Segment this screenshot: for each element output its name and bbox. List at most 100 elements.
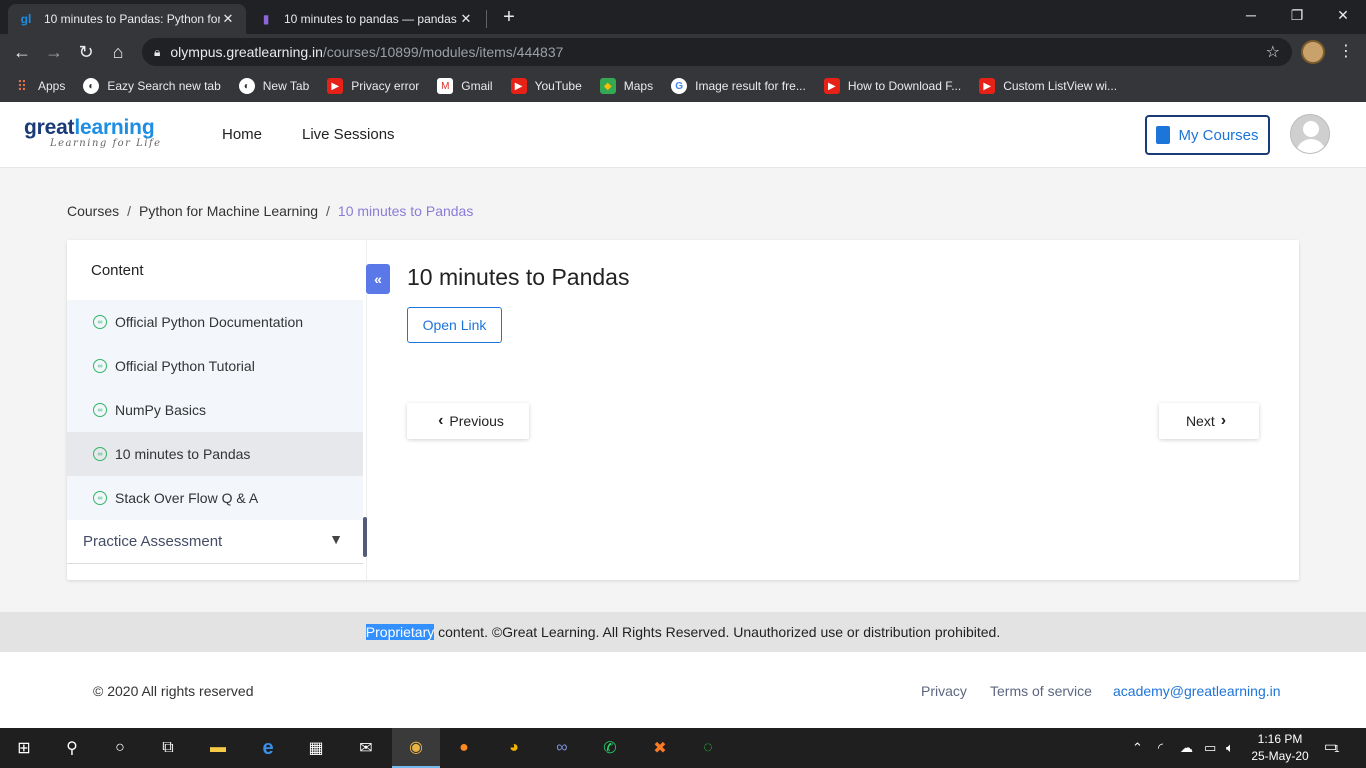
tray-chevron-up-icon[interactable]: ⌃	[1132, 728, 1143, 768]
sidebar-item-10-minutes-pandas[interactable]: ∞ 10 minutes to Pandas	[67, 432, 363, 476]
file-explorer-icon[interactable]: ▬	[194, 728, 242, 768]
battery-icon[interactable]: ▭	[1204, 728, 1216, 768]
next-button[interactable]: Next ›	[1159, 403, 1259, 439]
sidebar-heading: Content	[91, 262, 144, 279]
bookmark-eazy-search[interactable]: ◐ Eazy Search new tab	[83, 78, 221, 94]
sidebar-item-numpy-basics[interactable]: ∞ NumPy Basics	[67, 388, 363, 432]
open-link-button[interactable]: Open Link	[407, 307, 502, 343]
sidebar-item-python-documentation[interactable]: ∞ Official Python Documentation	[67, 300, 363, 344]
privacy-link[interactable]: Privacy	[921, 683, 967, 699]
collapse-sidebar-button[interactable]: «	[366, 264, 390, 294]
chrome-taskbar-icon[interactable]: ◉	[392, 728, 440, 768]
bookmark-apps[interactable]: ⠿ Apps	[14, 78, 66, 94]
sidebar-item-label: Official Python Tutorial	[115, 358, 255, 374]
store-icon[interactable]: ▦	[292, 728, 340, 768]
xampp-icon[interactable]: ✖	[636, 728, 684, 768]
nav-home[interactable]: Home	[222, 126, 262, 143]
task-view-icon[interactable]: ⧉	[144, 728, 192, 768]
module-card: Content ∞ Official Python Documentation …	[67, 240, 1299, 580]
volume-icon[interactable]: 🔈︎	[1226, 728, 1234, 768]
mail-icon[interactable]: ✉	[342, 728, 390, 768]
cortana-icon[interactable]: ○	[96, 728, 144, 768]
terms-link[interactable]: Terms of service	[990, 683, 1092, 699]
gmail-icon: M	[437, 78, 454, 94]
restore-icon[interactable]: ❐	[1274, 0, 1320, 30]
vpn-shield-icon[interactable]: ◕	[490, 728, 538, 768]
proprietary-notice: Proprietary content. ©Great Learning. Al…	[0, 612, 1366, 652]
browser-tab-active[interactable]: gl 10 minutes to Pandas: Python for ✕	[8, 4, 246, 34]
whatsapp-icon[interactable]: ✆	[586, 728, 634, 768]
infinity-app-icon[interactable]: ∞	[538, 728, 586, 768]
profile-avatar-icon[interactable]	[1301, 40, 1325, 64]
link-item-icon: ∞	[93, 315, 107, 329]
firefox-icon[interactable]: ●	[440, 728, 488, 768]
url-path: /courses/10899/modules/items/444837	[322, 44, 564, 60]
bookmark-star-icon[interactable]: ☆	[1266, 42, 1280, 62]
bookmark-label: Maps	[623, 79, 654, 93]
lock-icon: 🔒︎	[154, 44, 161, 59]
google-icon: G	[671, 78, 688, 94]
minimize-icon[interactable]: ─	[1228, 0, 1274, 30]
sidebar-item-label: Stack Over Flow Q & A	[115, 490, 259, 506]
browser-tab-inactive[interactable]: ▮ 10 minutes to pandas — pandas ✕	[248, 4, 484, 34]
bookmark-label: New Tab	[262, 79, 310, 93]
breadcrumb-courses[interactable]: Courses	[67, 203, 119, 219]
edge-icon[interactable]: e	[244, 728, 292, 768]
globe-icon: ◐	[238, 78, 255, 94]
greatlearning-logo[interactable]: greatlearning Learning for Life	[24, 116, 162, 149]
practice-assessment-section[interactable]: Practice Assessment ▼	[67, 520, 363, 564]
bookmark-label: Custom ListView wi...	[1003, 79, 1118, 93]
windows-start-icon[interactable]: ⊞	[0, 728, 48, 768]
browser-tab-bar: gl 10 minutes to Pandas: Python for ✕ ▮ …	[0, 0, 1366, 34]
user-avatar-icon[interactable]	[1290, 114, 1330, 154]
bookmark-label: How to Download F...	[847, 79, 962, 93]
search-icon[interactable]: ⚲	[48, 728, 96, 768]
browser-menu-icon[interactable]: ⋮	[1338, 42, 1354, 62]
sidebar-item-python-tutorial[interactable]: ∞ Official Python Tutorial	[67, 344, 363, 388]
my-courses-button[interactable]: My Courses	[1145, 115, 1270, 155]
next-label: Next	[1185, 413, 1215, 429]
nav-live-sessions[interactable]: Live Sessions	[302, 126, 395, 143]
pandas-favicon-icon: ▮	[262, 12, 270, 26]
sidebar-item-stack-overflow[interactable]: ∞ Stack Over Flow Q & A	[67, 476, 363, 520]
section-label: Practice Assessment	[83, 533, 223, 550]
close-tab-icon[interactable]: ✕	[458, 11, 474, 27]
taskbar-clock[interactable]: 1:16 PM 25-May-20	[1244, 731, 1316, 765]
email-link[interactable]: academy@greatlearning.in	[1113, 683, 1281, 699]
notification-center-icon[interactable]: ▭ 1	[1324, 738, 1344, 758]
youtube-icon: ▶	[979, 78, 996, 94]
bookmark-youtube[interactable]: ▶ YouTube	[510, 78, 582, 94]
bookmark-label: YouTube	[534, 79, 582, 93]
wifi-icon[interactable]: ◜	[1158, 728, 1163, 768]
onedrive-cloud-icon[interactable]: ☁	[1180, 728, 1193, 768]
url-input[interactable]: 🔒︎ olympus.greatlearning.in /courses/108…	[142, 38, 1292, 66]
previous-button[interactable]: ‹ Previous	[407, 403, 529, 439]
sidebar-scrollbar[interactable]	[363, 517, 367, 557]
loading-ring-icon[interactable]: ◌	[684, 728, 732, 768]
breadcrumb-python-ml[interactable]: Python for Machine Learning	[139, 203, 318, 219]
bookmark-maps[interactable]: ◆ Maps	[599, 78, 654, 94]
close-window-icon[interactable]: ✕	[1320, 0, 1366, 30]
link-item-icon: ∞	[93, 447, 107, 461]
reload-icon[interactable]: ↻	[74, 40, 98, 64]
address-bar-row: ← → ↻ ⌂ 🔒︎ olympus.greatlearning.in /cou…	[0, 34, 1366, 70]
bookmark-privacy-error[interactable]: ▶ Privacy error	[327, 78, 419, 94]
close-tab-icon[interactable]: ✕	[220, 11, 236, 27]
tab-divider	[486, 10, 487, 28]
bookmark-custom-listview[interactable]: ▶ Custom ListView wi...	[979, 78, 1117, 94]
bookmark-how-to-download[interactable]: ▶ How to Download F...	[823, 78, 962, 94]
bookmark-label: Image result for fre...	[695, 79, 806, 93]
back-arrow-icon[interactable]: ←	[10, 40, 34, 64]
page-footer: © 2020 All rights reserved Privacy Terms…	[0, 652, 1366, 728]
home-icon[interactable]: ⌂	[106, 40, 130, 64]
logo-text-learning: learning	[74, 116, 155, 139]
bookmark-image-result[interactable]: G Image result for fre...	[671, 78, 806, 94]
bookmark-gmail[interactable]: M Gmail	[437, 78, 493, 94]
forward-arrow-icon[interactable]: →	[42, 40, 66, 64]
new-tab-plus-icon[interactable]: +	[498, 6, 520, 28]
logo-text-great: great	[24, 116, 75, 139]
windows-taskbar: ⊞ ⚲ ○ ⧉ ▬ e ▦ ✉ ◉ ● ◕ ∞ ✆ ✖ ◌ ⌃ ◜ ☁ ▭ 🔈︎…	[0, 728, 1366, 768]
bookmark-new-tab[interactable]: ◐ New Tab	[238, 78, 310, 94]
globe-icon: ◐	[83, 78, 100, 94]
link-item-icon: ∞	[93, 491, 107, 505]
